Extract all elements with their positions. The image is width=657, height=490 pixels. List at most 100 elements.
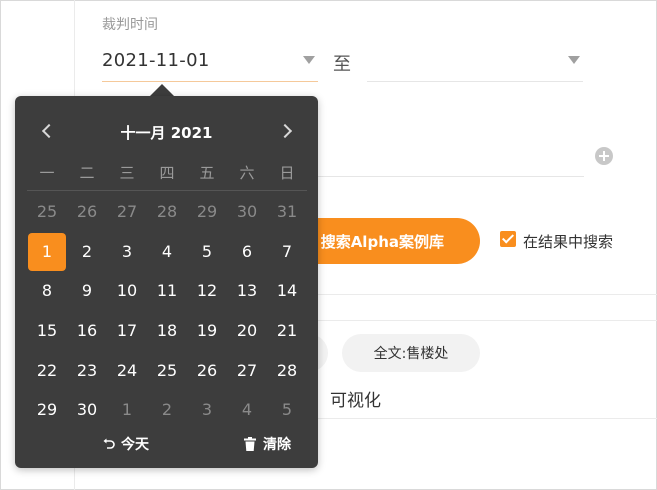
- field-underline: [318, 176, 584, 177]
- calendar-day[interactable]: 14: [267, 271, 307, 311]
- calendar-day-number: 30: [236, 202, 258, 222]
- calendar-day-number: 1: [121, 400, 133, 420]
- calendar-day[interactable]: 30: [67, 390, 107, 430]
- calendar-day[interactable]: 1: [107, 390, 147, 430]
- calendar-day-number: 29: [36, 400, 58, 420]
- calendar-day[interactable]: 21: [267, 311, 307, 351]
- filter-tag-fulltext[interactable]: 全文:售楼处: [342, 334, 480, 372]
- calendar-day[interactable]: 25: [27, 192, 67, 232]
- calendar-day[interactable]: 28: [147, 192, 187, 232]
- calendar-day-number: 9: [81, 281, 93, 301]
- search-in-results-label[interactable]: 在结果中搜索: [523, 231, 613, 252]
- calendar-day[interactable]: 29: [27, 390, 67, 430]
- calendar-week-row: 8 9 10 11 12 13 14: [27, 271, 307, 311]
- calendar-day[interactable]: 31: [267, 192, 307, 232]
- calendar-day[interactable]: 19: [187, 311, 227, 351]
- calendar-day[interactable]: 10: [107, 271, 147, 311]
- calendar-day[interactable]: 30: [227, 192, 267, 232]
- calendar-day[interactable]: 7: [267, 232, 307, 272]
- calendar-day[interactable]: 23: [67, 350, 107, 390]
- calendar-day[interactable]: 27: [227, 350, 267, 390]
- calendar-day-number: 25: [156, 360, 178, 380]
- calendar-day-number: 3: [201, 400, 213, 420]
- calendar-day-number: 4: [241, 400, 253, 420]
- calendar-day-number: 13: [236, 281, 258, 301]
- undo-icon: [103, 438, 115, 450]
- calendar-day[interactable]: 16: [67, 311, 107, 351]
- calendar-day[interactable]: 2: [67, 232, 107, 272]
- calendar-day[interactable]: 4: [227, 390, 267, 430]
- section-divider: [318, 294, 657, 295]
- calendar-day[interactable]: 26: [187, 350, 227, 390]
- calendar-day[interactable]: 6: [227, 232, 267, 272]
- calendar-day-number: 5: [281, 400, 293, 420]
- today-button[interactable]: 今天: [103, 434, 149, 454]
- calendar-day[interactable]: 3: [187, 390, 227, 430]
- calendar-day-number: 18: [156, 321, 178, 341]
- date-picker: 十一月 2021 一 二 三 四 五 六 日 25 26 27 28 29 30 31 1 2 3…: [15, 96, 318, 468]
- calendar-day[interactable]: 2: [147, 390, 187, 430]
- chevron-right-icon[interactable]: [277, 116, 297, 146]
- calendar-day[interactable]: 24: [107, 350, 147, 390]
- tab-visualize[interactable]: 可视化: [330, 386, 381, 411]
- calendar-day-number: 24: [116, 360, 138, 380]
- calendar-day-number: 10: [116, 281, 138, 301]
- clear-label: 清除: [263, 437, 291, 453]
- calendar-day[interactable]: 29: [187, 192, 227, 232]
- weekday-header: 一 二 三 四 五 六 日: [27, 162, 307, 183]
- range-separator: 至: [333, 54, 351, 75]
- calendar-day[interactable]: 5: [267, 390, 307, 430]
- caret-down-icon[interactable]: [568, 56, 580, 64]
- calendar-day-number: 26: [76, 202, 98, 222]
- calendar-day[interactable]: 15: [27, 311, 67, 351]
- calendar-day[interactable]: 25: [147, 350, 187, 390]
- calendar-day-number: 7: [281, 241, 293, 261]
- caret-down-icon[interactable]: [303, 56, 315, 64]
- search-in-results-checkbox[interactable]: [500, 231, 516, 247]
- calendar-day[interactable]: 26: [67, 192, 107, 232]
- calendar-day-number: 17: [116, 321, 138, 341]
- calendar-day-number: 6: [241, 241, 253, 261]
- clear-button[interactable]: 清除: [244, 434, 291, 454]
- calendar-day-number: 25: [36, 202, 58, 222]
- tabs-divider: [318, 418, 657, 419]
- calendar-day[interactable]: 9: [67, 271, 107, 311]
- calendar-day-number: 3: [121, 241, 133, 261]
- search-alpha-button[interactable]: 搜索Alpha案例库: [290, 218, 480, 264]
- picker-month-title[interactable]: 十一月 2021: [15, 122, 318, 143]
- calendar-day[interactable]: 28: [267, 350, 307, 390]
- calendar-day-number: 16: [76, 321, 98, 341]
- calendar-day[interactable]: 17: [107, 311, 147, 351]
- today-label: 今天: [121, 437, 149, 453]
- weekday-label: 日: [279, 164, 295, 182]
- picker-pointer: [150, 84, 174, 96]
- calendar-day-number: 4: [161, 241, 173, 261]
- calendar-day-number: 2: [161, 400, 173, 420]
- calendar-day-number: 31: [276, 202, 298, 222]
- calendar-day[interactable]: 20: [227, 311, 267, 351]
- weekday-label: 五: [199, 164, 215, 182]
- calendar-day[interactable]: 27: [107, 192, 147, 232]
- calendar-day[interactable]: 13: [227, 271, 267, 311]
- plus-circle-icon[interactable]: [595, 147, 613, 165]
- calendar-day[interactable]: 11: [147, 271, 187, 311]
- calendar-day[interactable]: 18: [147, 311, 187, 351]
- calendar-day[interactable]: 8: [27, 271, 67, 311]
- calendar-day[interactable]: 4: [147, 232, 187, 272]
- calendar-day-number: 22: [36, 360, 58, 380]
- calendar-day[interactable]: 12: [187, 271, 227, 311]
- end-date-input[interactable]: [367, 50, 567, 78]
- calendar-day-number: 27: [116, 202, 138, 222]
- time-label: 裁判时间: [102, 17, 158, 33]
- calendar-day[interactable]: 22: [27, 350, 67, 390]
- calendar-day[interactable]: 3: [107, 232, 147, 272]
- weekday-divider: [27, 190, 307, 191]
- calendar-day-number: 30: [76, 400, 98, 420]
- calendar-day-number: 27: [236, 360, 258, 380]
- calendar-day-number: 19: [196, 321, 218, 341]
- calendar-day-number: 29: [196, 202, 218, 222]
- calendar-day[interactable]: 5: [187, 232, 227, 272]
- calendar-day-number: 26: [196, 360, 218, 380]
- calendar-day-selected[interactable]: 1: [27, 232, 67, 272]
- start-date-input[interactable]: 2021-11-01: [102, 50, 210, 71]
